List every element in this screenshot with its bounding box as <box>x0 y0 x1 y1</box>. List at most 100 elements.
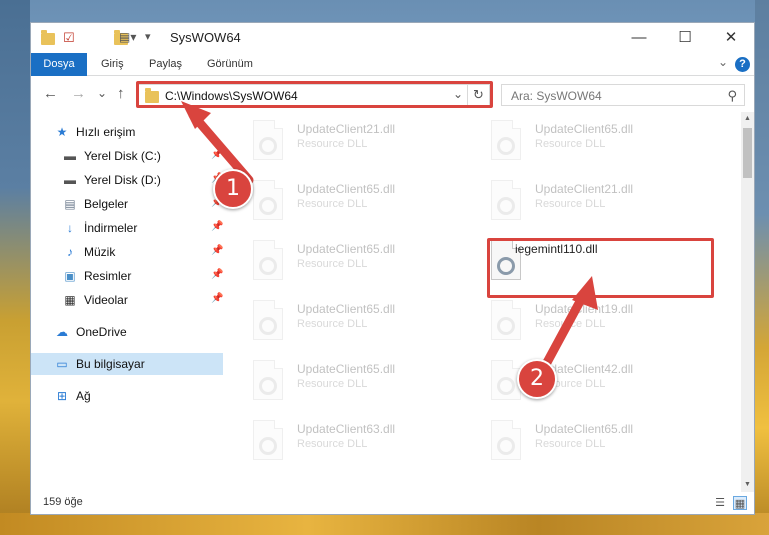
ribbon-tabs: Dosya Giriş Paylaş Görünüm ⌄ ? <box>31 53 754 76</box>
file-name: UpdateClient65.dll <box>535 422 634 436</box>
dll-file-icon <box>253 420 283 460</box>
maximize-button[interactable]: ☐ <box>662 23 708 53</box>
file-list: UpdateClient21.dll Resource DLL UpdateCl… <box>223 112 741 492</box>
recent-locations-button[interactable]: ⌄ <box>97 86 107 100</box>
scroll-up-icon[interactable]: ▲ <box>741 112 754 126</box>
details-view-icon[interactable]: ☰ <box>713 496 727 510</box>
dll-file-icon <box>491 180 521 220</box>
navigation-bar: ← → ⌄ ↑ C:\Windows\SysWOW64 ⌄ ↻ Ara: Sys… <box>31 76 754 112</box>
pin-icon[interactable]: 📌 <box>211 293 223 304</box>
pin-icon[interactable]: 📌 <box>211 221 223 232</box>
close-button[interactable]: ✕ <box>708 23 754 53</box>
sidebar-item-label: Ağ <box>76 389 91 403</box>
search-box[interactable]: Ara: SysWOW64 ⚲ <box>501 84 745 106</box>
search-icon[interactable]: ⚲ <box>727 88 737 104</box>
pictures-icon: ▣ <box>64 269 76 283</box>
dll-file-icon <box>491 120 521 160</box>
explorer-window: ☑ ▤▾ ▾ SysWOW64 — ☐ ✕ Dosya Giriş Paylaş… <box>30 22 755 515</box>
network-icon: ⊞ <box>56 389 68 403</box>
sidebar-item-label: Bu bilgisayar <box>76 357 145 371</box>
music-icon: ♪ <box>67 245 73 259</box>
file-description: Resource DLL <box>297 258 368 270</box>
file-description: Resource DLL <box>297 198 368 210</box>
sidebar-item-label: Videolar <box>84 293 128 307</box>
file-item[interactable]: UpdateClient65.dll Resource DLL <box>229 294 459 350</box>
file-item[interactable]: UpdateClient65.dll Resource DLL <box>467 114 697 170</box>
dll-file-icon <box>253 240 283 280</box>
file-item[interactable]: UpdateClient65.dll Resource DLL <box>229 234 459 290</box>
sidebar-item-pictures[interactable]: ▣ Resimler 📌 <box>31 265 223 287</box>
item-count: 159 öğe <box>43 496 83 508</box>
up-button[interactable]: ↑ <box>117 85 125 102</box>
download-icon: ↓ <box>67 221 73 235</box>
step-two-badge: 2 <box>517 359 557 399</box>
properties-icon[interactable]: ☑ <box>63 30 75 46</box>
sidebar-item-label: Yerel Disk (D:) <box>84 173 161 187</box>
window-title: SysWOW64 <box>170 30 241 45</box>
sidebar-item-onedrive[interactable]: ☁ OneDrive <box>31 321 223 343</box>
sidebar-item-label: Yerel Disk (C:) <box>84 149 161 163</box>
file-name: UpdateClient63.dll <box>297 422 396 436</box>
vertical-scrollbar[interactable]: ▲ ▼ <box>741 112 754 492</box>
file-description: Resource DLL <box>297 318 368 330</box>
star-icon: ★ <box>56 125 68 139</box>
scroll-down-icon[interactable]: ▼ <box>741 478 754 492</box>
drive-icon: ▬ <box>64 149 76 163</box>
sidebar-item-downloads[interactable]: ↓ İndirmeler 📌 <box>31 217 223 239</box>
help-icon[interactable]: ? <box>735 57 750 72</box>
sidebar-item-label: Müzik <box>84 245 116 259</box>
sidebar-item-label: İndirmeler <box>84 221 138 235</box>
file-description: Resource DLL <box>535 438 606 450</box>
sidebar-item-label: OneDrive <box>76 325 127 339</box>
file-description: Resource DLL <box>297 138 368 150</box>
sidebar-item-label: Belgeler <box>84 197 129 211</box>
tiles-view-icon[interactable]: ▦ <box>733 496 747 510</box>
customize-quick-access-icon[interactable]: ▤▾ <box>119 30 136 46</box>
dll-file-icon <box>253 300 283 340</box>
expand-ribbon-icon[interactable]: ⌄ <box>718 55 728 69</box>
scroll-thumb[interactable] <box>743 128 752 178</box>
sidebar-item-videos[interactable]: ▦ Videolar 📌 <box>31 289 223 311</box>
pin-icon[interactable]: 📌 <box>211 245 223 256</box>
search-placeholder[interactable]: Ara: SysWOW64 <box>511 89 602 103</box>
sidebar-item-network[interactable]: ⊞ Ağ <box>31 385 223 407</box>
file-name: UpdateClient21.dll <box>535 182 634 196</box>
sidebar-item-music[interactable]: ♪ Müzik 📌 <box>31 241 223 263</box>
sidebar-item-label: Resimler <box>84 269 132 283</box>
minimize-button[interactable]: — <box>616 23 662 53</box>
file-description: Resource DLL <box>535 138 606 150</box>
file-item[interactable]: UpdateClient65.dll Resource DLL <box>467 414 697 470</box>
status-bar: 159 öğe ☰ ▦ <box>31 492 754 514</box>
computer-icon: ▭ <box>56 357 68 371</box>
video-icon: ▦ <box>64 293 76 307</box>
documents-icon: ▤ <box>64 197 76 211</box>
file-name: UpdateClient65.dll <box>535 122 634 136</box>
dll-file-icon <box>491 420 521 460</box>
tab-file[interactable]: Dosya <box>31 53 87 76</box>
tab-home[interactable]: Giriş <box>101 53 124 76</box>
file-item[interactable]: UpdateClient21.dll Resource DLL <box>467 174 697 230</box>
drive-icon: ▬ <box>64 173 76 187</box>
tab-view[interactable]: Görünüm <box>207 53 253 76</box>
folder-icon <box>41 30 55 45</box>
step-one-badge: 1 <box>213 169 253 209</box>
file-description: Resource DLL <box>535 198 606 210</box>
dll-file-icon <box>253 360 283 400</box>
file-name: UpdateClient21.dll <box>297 122 396 136</box>
file-description: Resource DLL <box>297 378 368 390</box>
file-name: UpdateClient65.dll <box>297 362 396 376</box>
file-description: Resource DLL <box>297 438 368 450</box>
sidebar-item-label: Hızlı erişim <box>76 125 136 139</box>
file-name: UpdateClient65.dll <box>297 302 396 316</box>
title-bar: ☑ ▤▾ ▾ SysWOW64 — ☐ ✕ <box>31 23 754 53</box>
file-item[interactable]: UpdateClient65.dll Resource DLL <box>229 354 459 410</box>
back-button[interactable]: ← <box>43 85 58 102</box>
forward-button[interactable]: → <box>71 85 86 102</box>
file-item[interactable]: UpdateClient63.dll Resource DLL <box>229 414 459 470</box>
sidebar-item-this-pc[interactable]: ▭ Bu bilgisayar <box>31 353 223 375</box>
file-name: UpdateClient65.dll <box>297 242 396 256</box>
tab-share[interactable]: Paylaş <box>149 53 182 76</box>
file-name: UpdateClient65.dll <box>297 182 396 196</box>
pin-icon[interactable]: 📌 <box>211 269 223 280</box>
quick-access-dropdown-icon[interactable]: ▾ <box>145 30 151 46</box>
